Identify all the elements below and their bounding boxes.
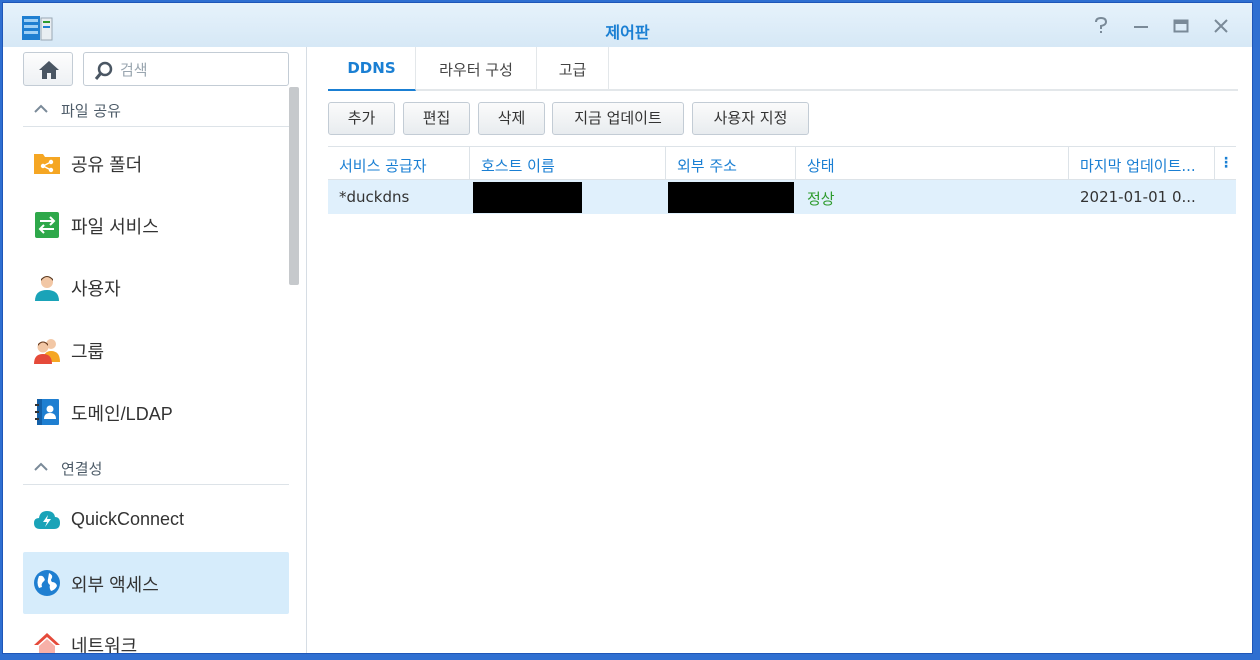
cell-last-update: 2021-01-01 0... <box>1080 188 1196 206</box>
window-title: 제어판 <box>605 23 650 42</box>
table-header: 서비스 공급자 호스트 이름 외부 주소 상태 마지막 업데이트... ⋮ <box>328 146 1236 180</box>
sidebar-item-label: 파일 서비스 <box>71 217 159 237</box>
tab-advanced[interactable]: 고급 <box>537 47 609 89</box>
table-row[interactable]: *duckdns 정상 2021-01-01 0... <box>328 180 1236 214</box>
maximize-icon[interactable] <box>1170 17 1192 39</box>
sidebar-item-label: 네트워크 <box>71 636 138 654</box>
chevron-up-icon <box>34 462 48 471</box>
tab-bar: DDNS 라우터 구성 고급 <box>328 47 1238 91</box>
cell-provider: *duckdns <box>339 188 410 206</box>
column-header-status[interactable]: 상태 <box>796 147 1069 180</box>
control-panel-window: 제어판 파일 공유 <box>2 2 1253 654</box>
column-header-provider[interactable]: 서비스 공급자 <box>328 147 470 180</box>
sidebar-item-domain-ldap[interactable]: 도메인/LDAP <box>23 381 289 443</box>
column-header-last-update[interactable]: 마지막 업데이트... <box>1069 147 1215 180</box>
sidebar-item-network[interactable]: 네트워크 <box>23 613 289 654</box>
help-icon[interactable] <box>1090 16 1112 39</box>
sidebar-item-external-access[interactable]: 외부 액세스 <box>23 552 289 614</box>
ddns-table: 서비스 공급자 호스트 이름 외부 주소 상태 마지막 업데이트... ⋮ *d… <box>328 146 1236 214</box>
sidebar-item-label: 사용자 <box>71 279 121 299</box>
sidebar-item-quickconnect[interactable]: QuickConnect <box>23 490 289 552</box>
redacted-external-address <box>668 182 794 213</box>
chevron-up-icon <box>34 104 48 113</box>
home-icon <box>39 61 59 79</box>
user-icon <box>35 276 59 301</box>
sidebar-item-user[interactable]: 사용자 <box>23 256 289 318</box>
group-icon <box>34 339 60 364</box>
group-header-file-sharing[interactable]: 파일 공유 <box>23 91 289 127</box>
title-bar: 제어판 <box>3 3 1252 47</box>
quickconnect-icon <box>34 511 60 529</box>
file-services-icon <box>35 212 59 238</box>
column-header-hostname[interactable]: 호스트 이름 <box>470 147 666 180</box>
sidebar: 파일 공유 공유 폴더 파일 서비스 사용자 <box>3 47 307 653</box>
search-icon <box>94 61 113 80</box>
sidebar-item-group[interactable]: 그룹 <box>23 319 289 381</box>
delete-button[interactable]: 삭제 <box>478 102 545 135</box>
sidebar-item-label: 도메인/LDAP <box>71 404 173 424</box>
add-button[interactable]: 추가 <box>328 102 395 135</box>
redacted-hostname <box>473 182 582 213</box>
edit-button[interactable]: 편집 <box>403 102 470 135</box>
main-panel: DDNS 라우터 구성 고급 추가 편집 삭제 지금 업데이트 사용자 지정 서… <box>308 47 1252 653</box>
sidebar-item-label: 공유 폴더 <box>71 155 143 175</box>
search-box[interactable] <box>83 52 289 86</box>
customize-button[interactable]: 사용자 지정 <box>692 102 809 135</box>
tab-router-config[interactable]: 라우터 구성 <box>416 47 537 89</box>
group-label: 파일 공유 <box>61 102 121 120</box>
cell-status: 정상 <box>807 190 835 208</box>
update-now-button[interactable]: 지금 업데이트 <box>552 102 684 135</box>
sidebar-item-shared-folder[interactable]: 공유 폴더 <box>23 132 289 194</box>
column-menu-icon[interactable]: ⋮ <box>1216 147 1236 180</box>
sidebar-item-file-services[interactable]: 파일 서비스 <box>23 194 289 256</box>
tab-ddns[interactable]: DDNS <box>328 47 416 91</box>
close-icon[interactable] <box>1210 17 1232 39</box>
external-access-icon <box>34 570 60 596</box>
sidebar-item-label: QuickConnect <box>71 509 185 529</box>
sidebar-scrollbar[interactable] <box>289 87 299 285</box>
minimize-icon[interactable] <box>1130 17 1152 39</box>
home-button[interactable] <box>23 52 73 86</box>
group-label: 연결성 <box>61 460 103 478</box>
sidebar-item-label: 그룹 <box>71 342 105 362</box>
group-header-connectivity[interactable]: 연결성 <box>23 449 289 485</box>
shared-folder-icon <box>34 154 60 174</box>
column-header-external-address[interactable]: 외부 주소 <box>666 147 796 180</box>
sidebar-item-label: 외부 액세스 <box>71 575 159 595</box>
network-icon <box>34 633 60 653</box>
search-input[interactable] <box>120 59 280 81</box>
domain-ldap-icon <box>35 399 59 425</box>
